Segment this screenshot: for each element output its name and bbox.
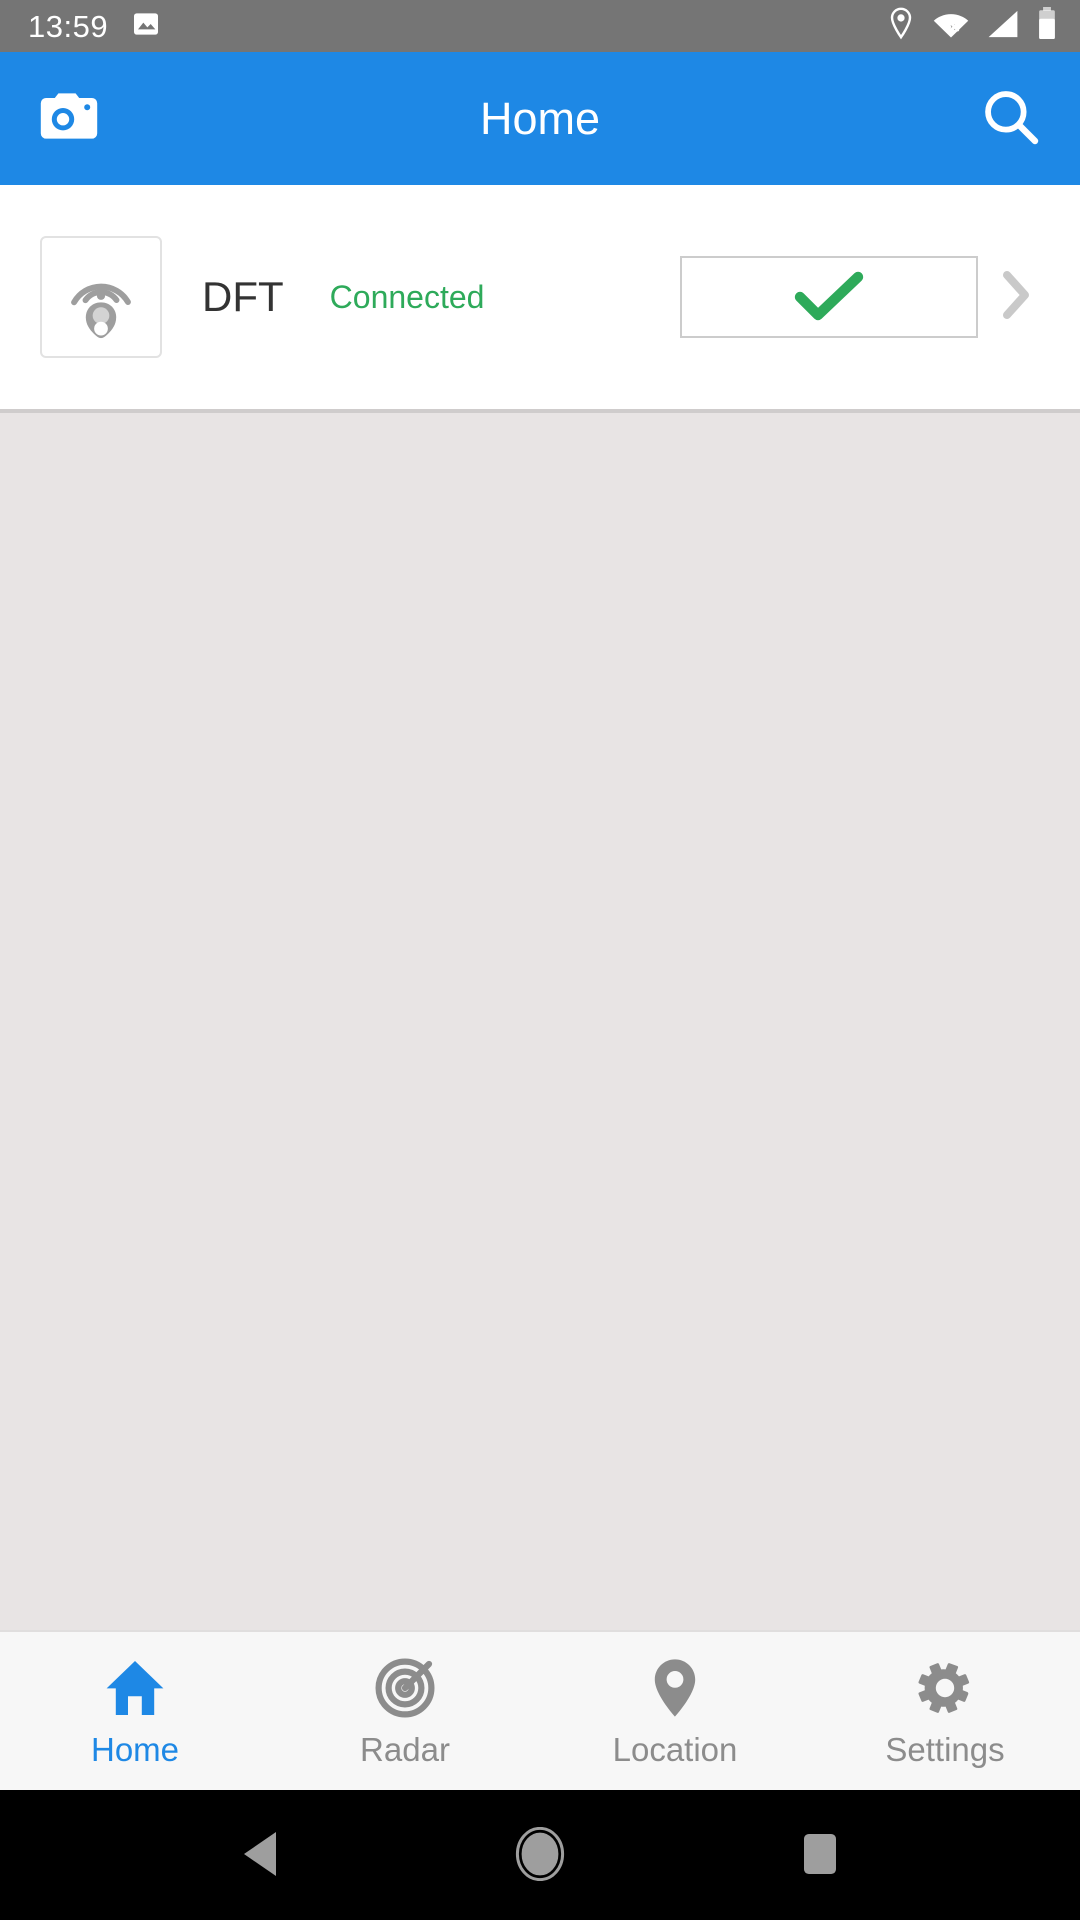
bottom-nav-label-home: Home <box>90 1730 180 1768</box>
recents-square-icon <box>799 1829 841 1882</box>
beacon-tag-icon <box>52 246 150 349</box>
search-icon <box>981 87 1041 150</box>
device-icon-container <box>40 236 162 358</box>
system-home-button[interactable] <box>480 1790 600 1920</box>
page-title: Home <box>479 93 601 144</box>
cellular-signal-icon <box>986 8 1020 45</box>
search-button[interactable] <box>968 76 1054 162</box>
bottom-nav-item-radar[interactable]: Radar <box>270 1632 540 1790</box>
system-navigation-bar <box>0 1790 1080 1920</box>
bottom-nav-item-home[interactable]: Home <box>0 1632 270 1790</box>
status-bar: 13:59 <box>0 0 1080 52</box>
battery-icon <box>1036 6 1058 46</box>
home-icon <box>103 1657 167 1719</box>
camera-button[interactable] <box>26 76 112 162</box>
app-root: 13:59 Home DFT Connected Home Radar Loca… <box>0 0 1080 1920</box>
status-bar-system-icons <box>886 6 1058 46</box>
image-icon <box>130 8 162 45</box>
bottom-nav-label-settings: Settings <box>885 1730 1005 1768</box>
content-area <box>0 413 1080 1630</box>
status-bar-clock: 13:59 <box>28 8 109 44</box>
system-recents-button[interactable] <box>760 1790 880 1920</box>
device-confirm-button[interactable] <box>680 256 978 338</box>
check-icon <box>792 268 866 327</box>
gear-icon <box>915 1657 975 1719</box>
system-back-button[interactable] <box>200 1790 320 1920</box>
bottom-nav-item-settings[interactable]: Settings <box>810 1632 1080 1790</box>
app-bar: Home <box>0 52 1080 185</box>
location-pin-icon <box>886 7 916 46</box>
device-connection-status: Connected <box>329 279 485 315</box>
camera-icon <box>38 92 100 145</box>
radar-target-icon <box>374 1657 436 1719</box>
bottom-nav-label-location: Location <box>612 1730 738 1768</box>
wifi-off-icon <box>932 8 970 45</box>
bottom-navigation: Home Radar Location Settings <box>0 1630 1080 1790</box>
status-bar-notification-icons <box>130 8 162 45</box>
chevron-right-icon <box>999 267 1033 328</box>
device-name: DFT <box>202 273 284 320</box>
home-circle-icon <box>515 1826 565 1884</box>
back-triangle-icon <box>236 1828 284 1883</box>
bottom-nav-item-location[interactable]: Location <box>540 1632 810 1790</box>
device-detail-disclosure[interactable] <box>978 256 1054 338</box>
device-list-item[interactable]: DFT Connected <box>0 185 1080 413</box>
location-pin-icon <box>650 1657 700 1719</box>
bottom-nav-label-radar: Radar <box>360 1730 450 1768</box>
